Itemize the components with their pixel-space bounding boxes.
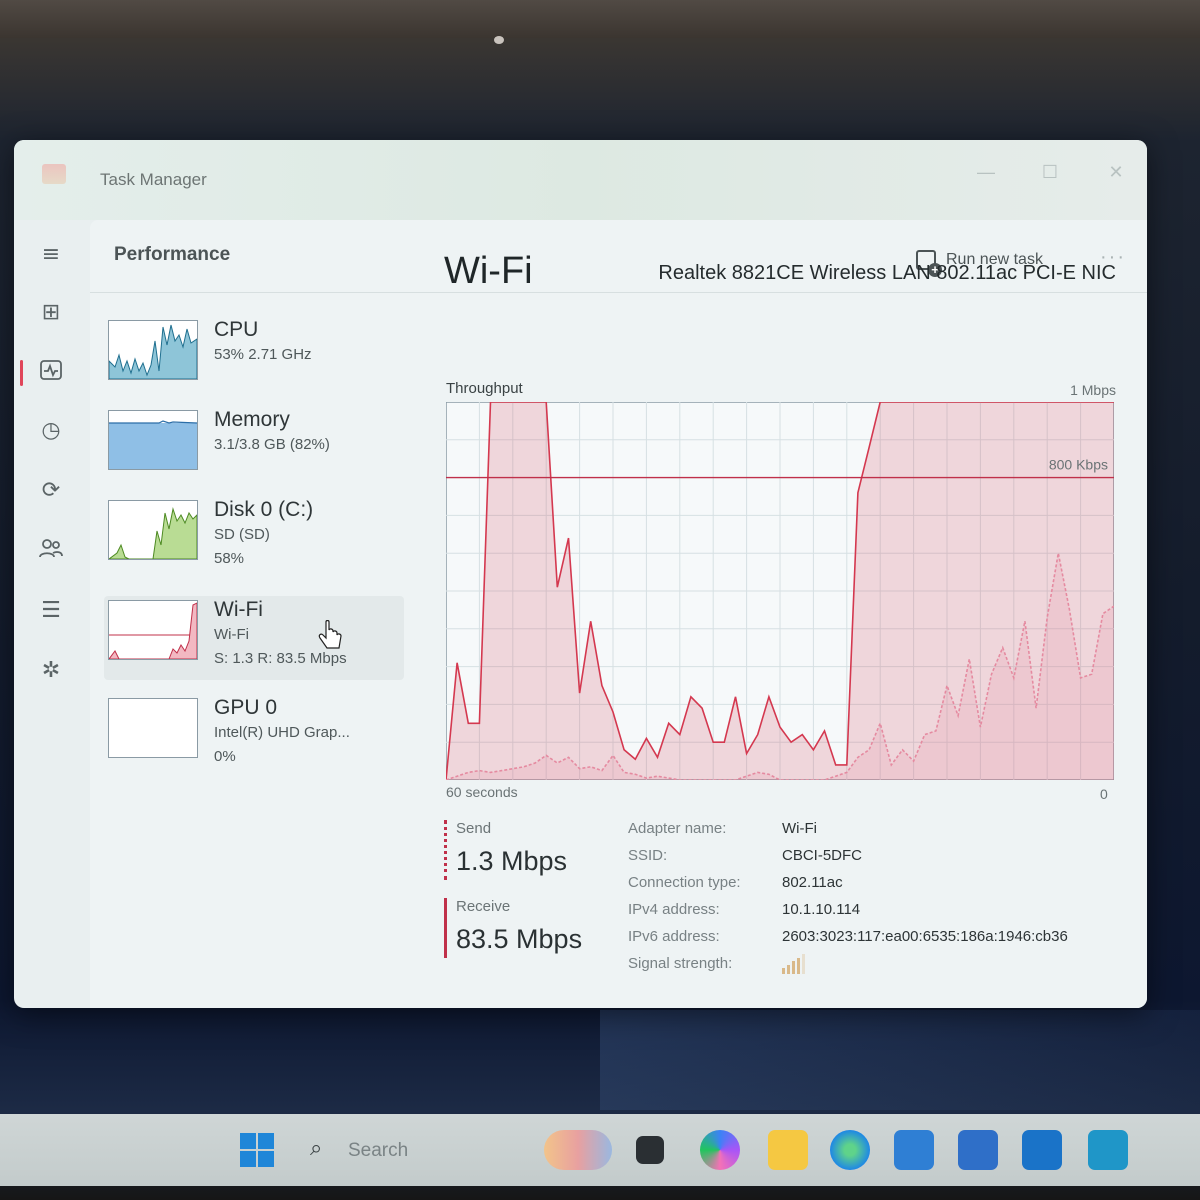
startup-apps-icon[interactable]: ⟳: [36, 476, 66, 506]
task-manager-window: Task Manager — ☐ ✕ ≡ ⊞ ◷ ⟳ ☰ ✲ ⚙ Perform…: [14, 140, 1147, 1008]
device-name: Wi-Fi: [214, 598, 263, 621]
device-stat-secondary: 0%: [214, 748, 236, 765]
device-stat: 53% 2.71 GHz: [214, 346, 312, 363]
widgets-icon[interactable]: [544, 1130, 612, 1170]
signal-bar: [792, 961, 795, 974]
x-axis-right-label: 0: [1100, 786, 1108, 802]
nav-rail: ≡ ⊞ ◷ ⟳ ☰ ✲ ⚙: [14, 220, 88, 1008]
task-manager-taskbar-icon[interactable]: [1088, 1130, 1128, 1170]
receive-indicator: [444, 898, 447, 958]
webcam: [494, 36, 504, 44]
detail-title: Wi-Fi: [444, 250, 533, 292]
close-button[interactable]: ✕: [1104, 160, 1128, 184]
edge-browser-icon[interactable]: [830, 1130, 870, 1170]
send-label: Send: [456, 820, 492, 837]
laptop-bezel: [0, 0, 1200, 44]
copilot-icon[interactable]: [700, 1130, 740, 1170]
hamburger-icon[interactable]: ≡: [36, 240, 66, 270]
y-axis-max-label: 1 Mbps: [1070, 382, 1116, 398]
app-icon[interactable]: [958, 1130, 998, 1170]
device-stat: Wi-Fi: [214, 626, 249, 643]
info-value: Wi-Fi: [782, 820, 817, 837]
device-gpu[interactable]: GPU 0 Intel(R) UHD Grap... 0%: [104, 694, 404, 778]
taskbar-search[interactable]: ⌕ Search: [306, 1130, 506, 1170]
device-name: Memory: [214, 408, 290, 431]
microsoft-store-icon[interactable]: [894, 1130, 934, 1170]
x-axis-left-label: 60 seconds: [446, 784, 518, 800]
processes-icon[interactable]: ⊞: [36, 298, 66, 328]
maximize-button[interactable]: ☐: [1038, 160, 1062, 184]
app-history-icon[interactable]: ◷: [36, 416, 66, 446]
device-name: CPU: [214, 318, 259, 341]
cpu-thumbnail-graph: [108, 320, 198, 380]
device-memory[interactable]: Memory 3.1/3.8 GB (82%): [104, 406, 404, 490]
info-key: Adapter name:: [628, 820, 727, 837]
device-wifi[interactable]: Wi-Fi Wi-Fi S: 1.3 R: 83.5 Mbps: [104, 596, 404, 680]
users-icon[interactable]: [36, 536, 66, 566]
page-title: Performance: [114, 244, 231, 265]
active-indicator: [20, 360, 23, 386]
signal-bar: [782, 968, 785, 974]
receive-label: Receive: [456, 898, 511, 915]
signal-bar: [802, 954, 805, 974]
send-value: 1.3 Mbps: [456, 846, 568, 876]
window-title: Task Manager: [100, 170, 207, 189]
send-indicator: [444, 820, 447, 880]
details-icon[interactable]: ☰: [36, 596, 66, 626]
signal-bar: [787, 964, 790, 974]
device-name: Disk 0 (C:): [214, 498, 314, 521]
info-key: IPv4 address:: [628, 901, 720, 918]
performance-panel: Performance Run new task ··· CPU 53% 2.7…: [90, 220, 1147, 1008]
device-disk[interactable]: Disk 0 (C:) SD (SD) 58%: [104, 496, 404, 580]
device-name: GPU 0: [214, 696, 278, 719]
info-value: 10.1.10.114: [782, 901, 861, 918]
memory-thumbnail-graph: [108, 410, 198, 470]
receive-value: 83.5 Mbps: [456, 924, 583, 954]
info-key: Connection type:: [628, 874, 741, 891]
task-view-icon[interactable]: [636, 1136, 664, 1164]
minimize-button[interactable]: —: [974, 160, 998, 184]
info-key: IPv6 address:: [628, 928, 720, 945]
throughput-label: Throughput: [446, 380, 523, 397]
desktop-wallpaper: [600, 1010, 1200, 1110]
search-placeholder: Search: [348, 1140, 409, 1161]
outlook-icon[interactable]: [1022, 1130, 1062, 1170]
hand-cursor-icon: [318, 620, 342, 649]
signal-bar: [797, 957, 800, 974]
reference-line-label: 800 Kbps: [1049, 457, 1108, 473]
device-stat-secondary: 58%: [214, 550, 245, 567]
info-key: Signal strength:: [628, 955, 733, 972]
throughput-chart: 800 Kbps: [446, 402, 1114, 780]
title-bar[interactable]: Task Manager — ☐ ✕: [14, 140, 1147, 220]
start-button[interactable]: [240, 1133, 274, 1167]
task-manager-app-icon: [42, 164, 66, 184]
search-icon: ⌕: [310, 1136, 323, 1161]
wifi-thumbnail-graph: [108, 600, 198, 660]
info-value: CBCI-5DFC: [782, 847, 863, 864]
gpu-thumbnail-graph: [108, 698, 198, 758]
services-icon[interactable]: ✲: [36, 656, 66, 686]
performance-icon[interactable]: [36, 358, 66, 388]
disk-thumbnail-graph: [108, 500, 198, 560]
device-cpu[interactable]: CPU 53% 2.71 GHz: [104, 316, 404, 400]
info-key: SSID:: [628, 847, 668, 864]
info-value: 802.11ac: [782, 874, 843, 891]
device-stat: 3.1/3.8 GB (82%): [214, 436, 330, 453]
info-value: 2603:3023:117:ea00:6535:186a:1946:cb36: [782, 928, 1068, 945]
signal-strength-icon: [782, 954, 806, 974]
device-stat: Intel(R) UHD Grap...: [214, 724, 350, 741]
adapter-description: Realtek 8821CE Wireless LAN 802.11ac PCI…: [658, 262, 1116, 284]
device-stat: SD (SD): [214, 526, 270, 543]
file-explorer-icon[interactable]: [768, 1130, 808, 1170]
